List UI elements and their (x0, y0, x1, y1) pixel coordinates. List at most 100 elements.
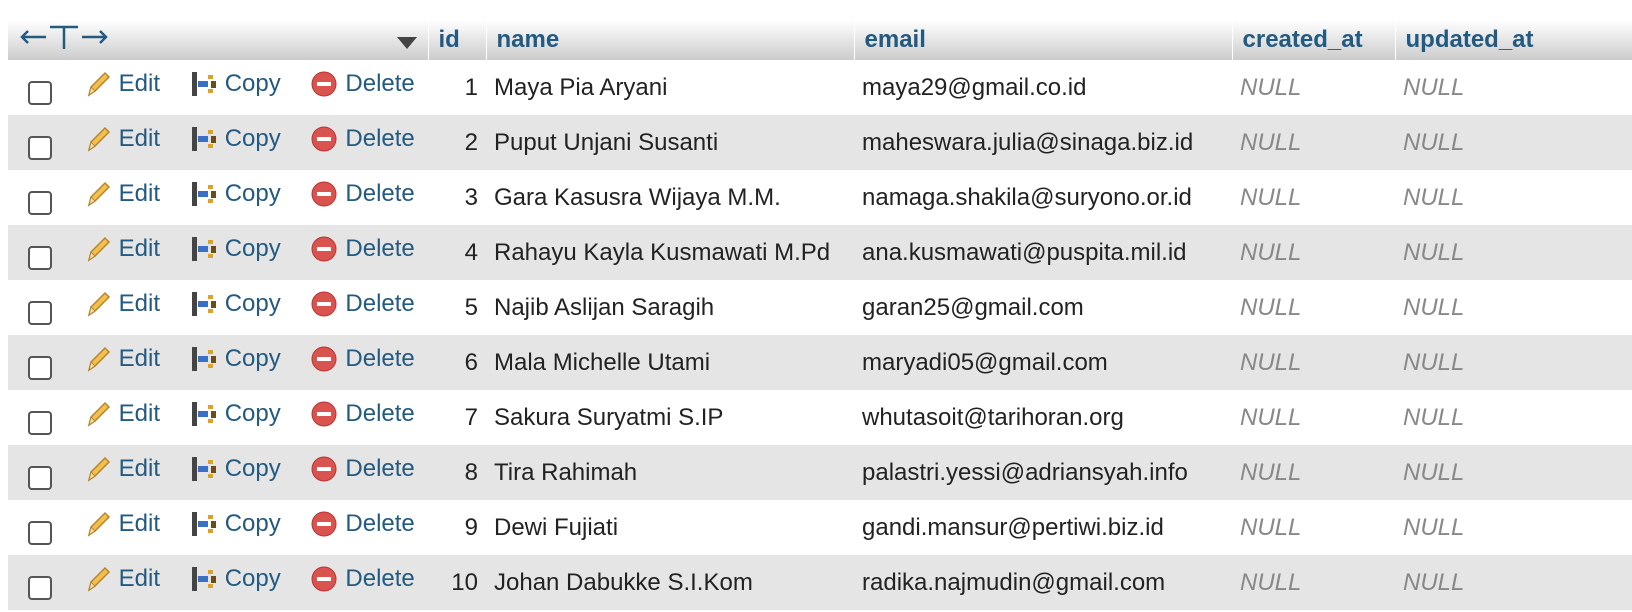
edit-button[interactable]: Edit (83, 454, 160, 484)
table-row: Edit Copy Delete 7 Sakura Suryatmi S.IP … (8, 390, 1632, 445)
delete-button[interactable]: Delete (309, 399, 415, 429)
cell-name: Sakura Suryatmi S.IP (486, 390, 854, 445)
copy-button[interactable]: Copy (189, 509, 281, 539)
cell-name: Rahayu Kayla Kusmawati M.Pd (486, 225, 854, 280)
edit-label: Edit (118, 235, 161, 262)
cell-email: whutasoit@tarihoran.org (854, 390, 1232, 445)
cell-created-at: NULL (1232, 280, 1395, 335)
delete-button[interactable]: Delete (309, 179, 415, 209)
copy-button[interactable]: Copy (189, 124, 281, 154)
copy-label: Copy (224, 455, 281, 482)
cell-id: 1 (428, 60, 486, 115)
copy-icon (191, 182, 216, 206)
cell-id: 10 (428, 555, 486, 610)
column-header-updated-at[interactable]: updated_at (1395, 20, 1632, 60)
copy-button[interactable]: Copy (189, 179, 281, 209)
delete-button[interactable]: Delete (309, 69, 415, 99)
copy-button[interactable]: Copy (189, 234, 281, 264)
copy-button[interactable]: Copy (189, 564, 281, 594)
edit-label: Edit (118, 455, 161, 482)
row-select-checkbox[interactable] (28, 245, 52, 270)
cell-name: Tira Rahimah (486, 445, 854, 500)
delete-label: Delete (345, 565, 415, 592)
row-actions-cell: Edit Copy Delete (8, 445, 428, 500)
delete-circle-icon (311, 291, 337, 317)
copy-label: Copy (224, 565, 281, 592)
delete-button[interactable]: Delete (309, 124, 415, 154)
row-select-checkbox[interactable] (28, 355, 52, 380)
row-select-checkbox[interactable] (28, 135, 52, 160)
column-header-id[interactable]: id (428, 20, 487, 60)
pencil-icon (87, 566, 110, 592)
delete-circle-icon (311, 511, 337, 537)
row-select-checkbox[interactable] (28, 300, 52, 325)
row-select-checkbox[interactable] (28, 465, 52, 490)
edit-button[interactable]: Edit (83, 124, 160, 154)
cell-updated-at: NULL (1395, 170, 1632, 225)
cell-id: 6 (428, 335, 486, 390)
column-header-created-at[interactable]: created_at (1232, 20, 1396, 60)
edit-button[interactable]: Edit (83, 344, 160, 374)
row-actions-cell: Edit Copy Delete (8, 335, 428, 390)
cell-name: Najib Aslijan Saragih (486, 280, 854, 335)
cell-id: 5 (428, 280, 486, 335)
copy-button[interactable]: Copy (189, 454, 281, 484)
copy-button[interactable]: Copy (189, 399, 281, 429)
cell-email: maryadi05@gmail.com (854, 335, 1232, 390)
delete-label: Delete (345, 70, 415, 97)
row-select-checkbox[interactable] (28, 80, 52, 105)
table-row: Edit Copy Delete 3 Gara Kasusra Wijaya M… (8, 170, 1632, 225)
copy-icon (191, 292, 216, 316)
cell-updated-at: NULL (1395, 280, 1632, 335)
edit-button[interactable]: Edit (83, 69, 160, 99)
edit-label: Edit (118, 565, 161, 592)
cell-updated-at: NULL (1395, 225, 1632, 280)
row-select-checkbox[interactable] (28, 575, 52, 600)
table-header-row: id name email created_at updated_at (8, 20, 1632, 60)
edit-button[interactable]: Edit (83, 179, 160, 209)
row-select-checkbox[interactable] (28, 190, 52, 215)
delete-button[interactable]: Delete (309, 234, 415, 264)
cell-updated-at: NULL (1395, 500, 1632, 555)
delete-button[interactable]: Delete (309, 509, 415, 539)
delete-label: Delete (345, 180, 415, 207)
copy-button[interactable]: Copy (189, 69, 281, 99)
edit-button[interactable]: Edit (83, 509, 160, 539)
delete-button[interactable]: Delete (309, 564, 415, 594)
sort-triangle-icon[interactable] (396, 29, 418, 57)
column-resize-icon[interactable] (18, 23, 110, 51)
column-header-name[interactable]: name (486, 20, 855, 60)
cell-email: namaga.shakila@suryono.or.id (854, 170, 1232, 225)
delete-button[interactable]: Delete (309, 454, 415, 484)
delete-label: Delete (345, 455, 415, 482)
edit-button[interactable]: Edit (83, 234, 160, 264)
table-row: Edit Copy Delete 1 Maya Pia Aryani maya2… (8, 60, 1632, 115)
cell-email: palastri.yessi@adriansyah.info (854, 445, 1232, 500)
copy-icon (191, 567, 216, 591)
edit-label: Edit (118, 400, 161, 427)
delete-label: Delete (345, 400, 415, 427)
copy-button[interactable]: Copy (189, 289, 281, 319)
pencil-icon (87, 236, 110, 262)
edit-button[interactable]: Edit (83, 399, 160, 429)
copy-button[interactable]: Copy (189, 344, 281, 374)
edit-button[interactable]: Edit (83, 564, 160, 594)
edit-label: Edit (118, 345, 161, 372)
row-select-checkbox[interactable] (28, 410, 52, 435)
cell-created-at: NULL (1232, 115, 1395, 170)
cell-email: garan25@gmail.com (854, 280, 1232, 335)
edit-label: Edit (118, 290, 161, 317)
cell-name: Gara Kasusra Wijaya M.M. (486, 170, 854, 225)
edit-button[interactable]: Edit (83, 289, 160, 319)
edit-label: Edit (118, 510, 161, 537)
delete-label: Delete (345, 510, 415, 537)
cell-name: Johan Dabukke S.I.Kom (486, 555, 854, 610)
column-header-email[interactable]: email (854, 20, 1233, 60)
cell-id: 4 (428, 225, 486, 280)
copy-label: Copy (224, 290, 281, 317)
row-select-checkbox[interactable] (28, 520, 52, 545)
cell-id: 9 (428, 500, 486, 555)
delete-button[interactable]: Delete (309, 289, 415, 319)
table-row: Edit Copy Delete 5 Najib Aslijan Saragih… (8, 280, 1632, 335)
delete-button[interactable]: Delete (309, 344, 415, 374)
